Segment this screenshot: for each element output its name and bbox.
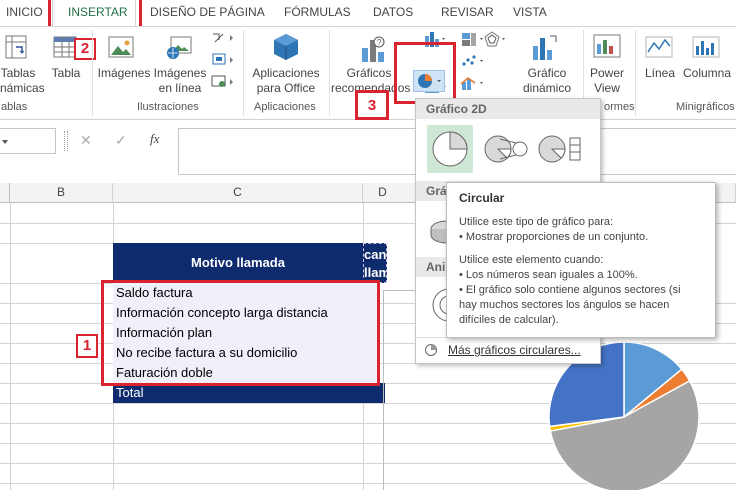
online-pictures-icon[interactable] xyxy=(165,34,193,63)
tab-diseno-pagina[interactable]: DISEÑO DE PÁGINA xyxy=(150,5,265,19)
tab-datos[interactable]: DATOS xyxy=(373,5,413,19)
table-header-cantidad[interactable]: cantid llamac xyxy=(363,243,387,283)
apps-label-1: Aplicaciones xyxy=(252,66,320,80)
chart-area-border[interactable] xyxy=(383,290,415,490)
apps-for-office-icon[interactable] xyxy=(271,32,301,65)
dropdown-section-2d: Gráfico 2D xyxy=(416,99,600,119)
column-header-c[interactable]: C xyxy=(113,183,363,203)
group-label-ilustraciones: Ilustraciones xyxy=(137,101,199,113)
formula-bar-grip[interactable] xyxy=(64,131,68,151)
select-all-corner[interactable] xyxy=(0,183,10,203)
pictures-label[interactable]: Imágenes xyxy=(96,66,152,81)
column-line xyxy=(10,203,11,490)
highlight-box-data-range xyxy=(101,280,380,386)
power-view-label[interactable]: Power View xyxy=(585,66,629,96)
row-line xyxy=(0,243,113,244)
tooltip-line-5: • El gráfico solo contiene algunos secto… xyxy=(459,284,681,296)
tab-formulas[interactable]: FÓRMULAS xyxy=(284,5,351,19)
name-box[interactable] xyxy=(0,128,56,154)
cancel-icon[interactable]: ✕ xyxy=(80,132,92,149)
apps-for-office-label[interactable]: Aplicaciones para Office xyxy=(247,66,325,96)
pivot-table-label-2: námicas xyxy=(0,81,45,95)
group-label-minigraficos: Minigráficos xyxy=(676,101,735,113)
power-view-icon[interactable] xyxy=(592,32,622,65)
group-label-tablas: ablas xyxy=(1,101,28,113)
column-header-b[interactable]: B xyxy=(10,183,113,203)
insert-function-icon[interactable]: fx xyxy=(150,131,159,147)
apps-label-2: para Office xyxy=(256,81,316,95)
group-label-aplicaciones: Aplicaciones xyxy=(254,101,316,113)
sparkline-line-label[interactable]: Línea xyxy=(640,66,680,81)
pivot-table-label[interactable]: Tablas námicas xyxy=(0,66,45,96)
tooltip-line-3: Utilice este elemento cuando: xyxy=(459,254,604,266)
pivot-chart-label-1: Gráfico xyxy=(527,66,567,80)
tooltip-line-6: hay muchos sectores los ángulos se hacen xyxy=(459,299,670,311)
tab-inicio[interactable]: INICIO xyxy=(6,5,43,19)
pie-2d-option[interactable] xyxy=(427,125,473,173)
group-separator xyxy=(243,30,244,116)
more-pie-charts-icon xyxy=(424,343,438,360)
power-view-label-2: View xyxy=(594,81,620,95)
group-separator xyxy=(635,30,636,116)
pivot-chart-icon[interactable] xyxy=(530,32,560,65)
scatter-chart-icon[interactable] xyxy=(459,52,485,73)
tab-vista[interactable]: VISTA xyxy=(513,5,547,19)
tooltip-line-7: difíciles de calcular). xyxy=(459,314,559,326)
group-label-informes: ormes xyxy=(604,101,635,113)
step-badge-1: 1 xyxy=(76,334,98,358)
table-label[interactable]: Tabla xyxy=(48,66,84,81)
pie-chart-button[interactable] xyxy=(413,70,445,92)
shapes-icon[interactable] xyxy=(210,30,238,97)
table-header-motivo[interactable]: Motivo llamada xyxy=(113,243,363,283)
table-total-row[interactable]: Total xyxy=(113,383,385,403)
more-pie-charts-link[interactable]: Más gráficos circulares... xyxy=(448,343,581,357)
sparkline-column-icon[interactable] xyxy=(691,34,721,63)
group-separator xyxy=(92,30,93,116)
pictures-icon[interactable] xyxy=(107,34,135,63)
combo-chart-icon[interactable] xyxy=(459,74,485,95)
step-badge-3: 3 xyxy=(355,90,389,120)
online-pictures-label-2: en línea xyxy=(158,81,202,95)
bar-of-pie-option[interactable] xyxy=(534,125,586,173)
pivot-table-label-1: Tablas xyxy=(0,66,36,80)
recommended-charts-icon[interactable]: ? xyxy=(359,32,391,67)
sparkline-line-icon[interactable] xyxy=(644,34,674,63)
row-line xyxy=(0,283,113,284)
enter-icon[interactable]: ✓ xyxy=(115,132,127,149)
pivot-table-icon[interactable] xyxy=(4,34,28,63)
tooltip-title: Circular xyxy=(459,191,505,205)
tab-revisar[interactable]: REVISAR xyxy=(441,5,494,19)
radar-chart-icon[interactable] xyxy=(482,30,508,53)
pivot-chart-label-2: dinámico xyxy=(522,81,572,95)
pie-of-pie-option[interactable] xyxy=(478,125,530,173)
pivot-chart-label[interactable]: Gráfico dinámico xyxy=(514,66,580,96)
tooltip-line-1: Utilice este tipo de gráfico para: xyxy=(459,216,614,228)
tooltip-line-4: • Los números sean iguales a 100%. xyxy=(459,269,638,281)
online-pictures-label[interactable]: Imágenes en línea xyxy=(152,66,208,96)
svg-text:?: ? xyxy=(377,38,382,47)
online-pictures-label-1: Imágenes xyxy=(153,66,207,80)
pie-chart-tooltip: Circular Utilice este tipo de gráfico pa… xyxy=(446,182,716,338)
group-separator xyxy=(329,30,330,116)
power-view-label-1: Power xyxy=(589,66,624,80)
table-header-cantidad-line-1: cantid xyxy=(364,247,387,262)
tooltip-line-2: • Mostrar proporciones de un conjunto. xyxy=(459,231,649,243)
sparkline-column-label[interactable]: Columna xyxy=(680,66,734,81)
